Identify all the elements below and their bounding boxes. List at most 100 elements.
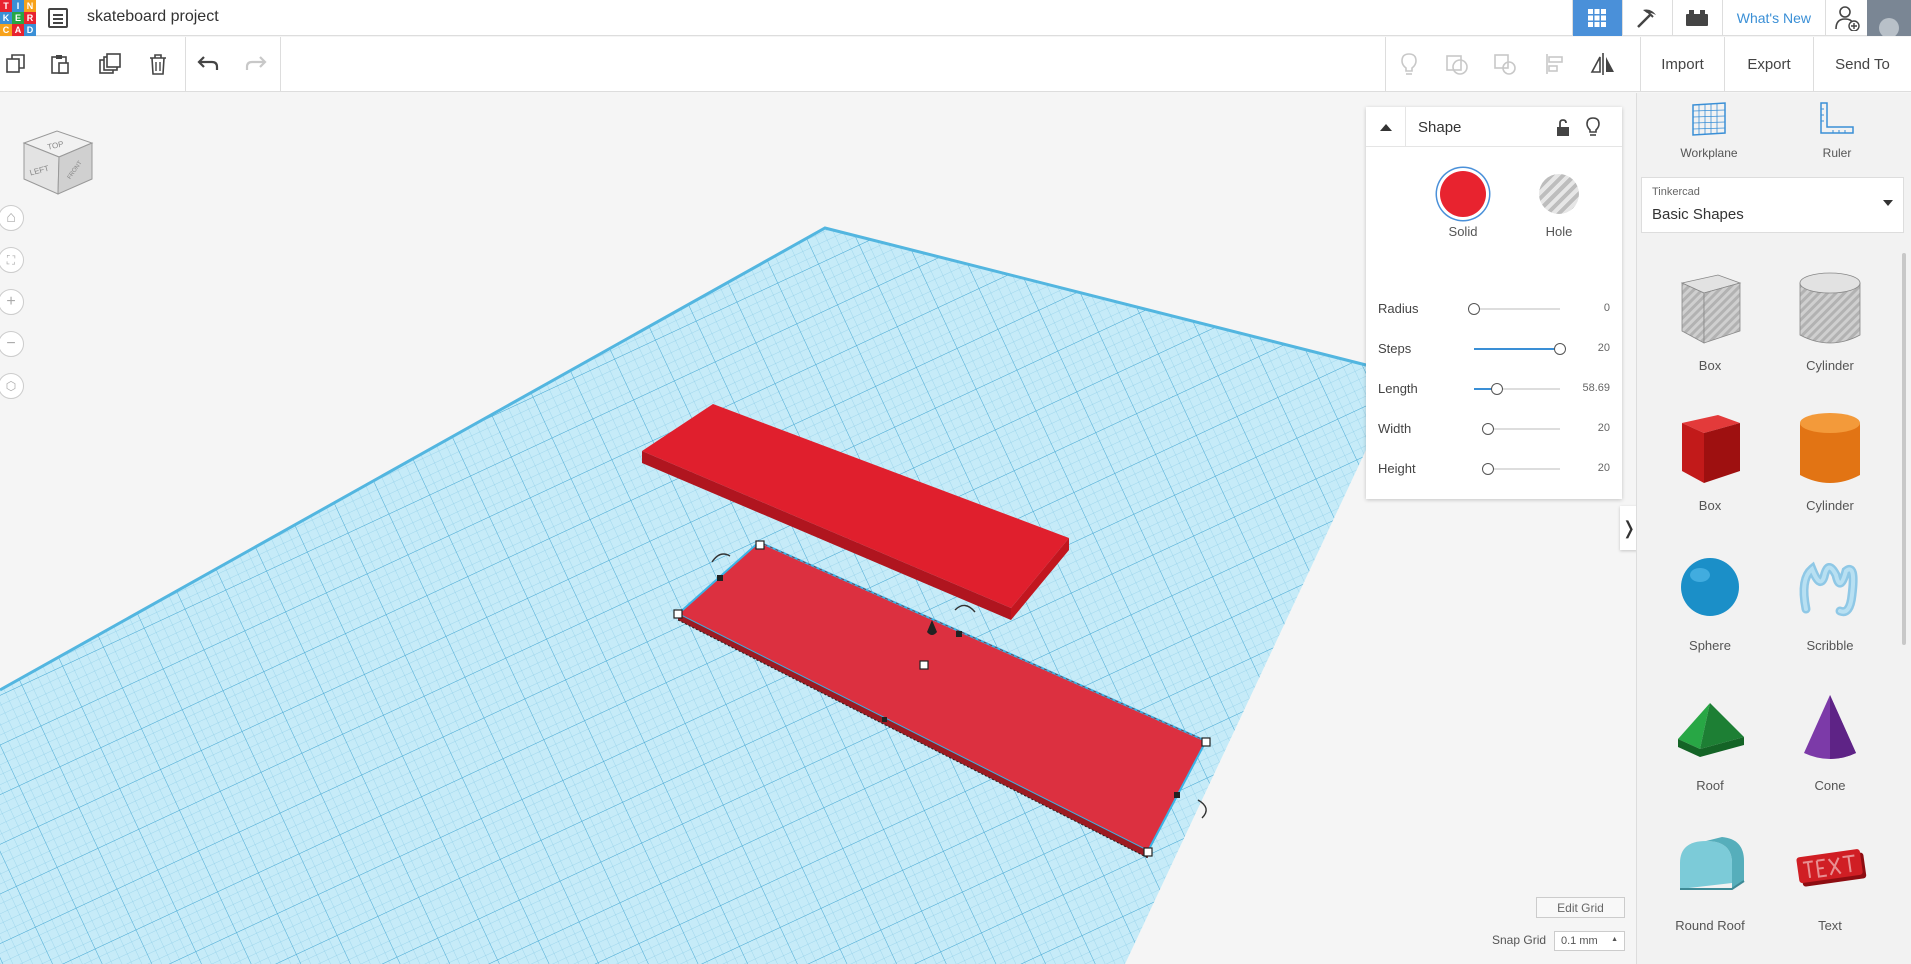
mirror-button[interactable]: [1589, 50, 1617, 78]
delete-button[interactable]: [144, 50, 172, 78]
toolbar-divider: [185, 37, 186, 92]
shape-text[interactable]: Text: [1775, 829, 1885, 933]
unlock-icon[interactable]: [1555, 119, 1571, 137]
view-cube[interactable]: TOP LEFT FRONT: [12, 121, 94, 203]
radius-property: Radius 0: [1378, 299, 1610, 319]
grid-icon: [1588, 9, 1607, 27]
shape-box[interactable]: Box: [1655, 409, 1765, 513]
box-icon: [1682, 415, 1740, 483]
logo-letter: E: [12, 12, 24, 24]
duplicate-button[interactable]: [96, 50, 124, 78]
fit-icon: ⛶: [6, 252, 16, 267]
scribble-icon: [1799, 561, 1858, 617]
mirror-icon: [1590, 53, 1614, 75]
height-slider-knob[interactable]: [1482, 463, 1494, 475]
edit-grid-button[interactable]: Edit Grid: [1536, 897, 1625, 918]
text-shape-icon: [1796, 849, 1867, 887]
import-button[interactable]: Import: [1640, 37, 1724, 92]
workplane-icon: [1692, 102, 1726, 136]
shape-cone[interactable]: Cone: [1775, 689, 1885, 793]
hole-swatch[interactable]: [1539, 174, 1579, 214]
length-slider[interactable]: [1474, 383, 1560, 395]
export-button[interactable]: Export: [1724, 37, 1813, 92]
library-brand: Tinkercad: [1652, 186, 1700, 198]
shape-label: Box: [1698, 498, 1722, 513]
shape-box-hole[interactable]: Box: [1655, 269, 1765, 373]
shapes-scrollbar[interactable]: [1902, 253, 1906, 645]
chevron-right-icon: ❭: [1621, 517, 1637, 538]
width-property: Width 20: [1378, 419, 1610, 439]
align-button[interactable]: [1541, 50, 1569, 78]
send-to-button[interactable]: Send To: [1813, 37, 1911, 92]
height-property: Height 20: [1378, 459, 1610, 479]
show-hide-button[interactable]: [1395, 50, 1423, 78]
width-value[interactable]: 20: [1598, 422, 1610, 434]
3d-view-button[interactable]: [1571, 0, 1622, 36]
width-slider[interactable]: [1482, 423, 1560, 435]
workplane-label: Workplane: [1680, 146, 1738, 160]
shape-scribble[interactable]: Scribble: [1775, 549, 1885, 653]
shape-cylinder-hole[interactable]: Cylinder: [1775, 269, 1885, 373]
length-value[interactable]: 58.69: [1582, 382, 1610, 394]
paste-icon: [51, 55, 69, 74]
home-icon: ⌂: [6, 209, 16, 226]
solid-option[interactable]: Solid: [1433, 171, 1493, 239]
width-slider-knob[interactable]: [1482, 423, 1494, 435]
cylinder-hole-icon: [1799, 272, 1861, 344]
logo-letter: A: [12, 24, 24, 36]
top-bar: T I N K E R C A D skateboard project Wha…: [0, 0, 1911, 36]
shape-label: Cylinder: [1806, 498, 1854, 513]
tinkercad-logo[interactable]: T I N K E R C A D: [0, 0, 37, 36]
shape-cylinder[interactable]: Cylinder: [1775, 409, 1885, 513]
paste-button[interactable]: [46, 50, 74, 78]
workplane-tool[interactable]: Workplane: [1659, 101, 1759, 160]
collapse-inspector-button[interactable]: [1366, 107, 1406, 147]
hole-option[interactable]: Hole: [1529, 171, 1589, 239]
shape-label: Cylinder: [1806, 358, 1854, 373]
steps-value[interactable]: 20: [1598, 342, 1610, 354]
height-slider[interactable]: [1482, 463, 1560, 475]
radius-slider[interactable]: [1468, 303, 1560, 315]
radius-slider-knob[interactable]: [1468, 303, 1480, 315]
length-slider-knob[interactable]: [1491, 383, 1504, 395]
logo-letter: D: [24, 24, 36, 36]
blocks-view-button[interactable]: [1621, 0, 1672, 36]
lightbulb-icon[interactable]: [1585, 117, 1601, 137]
ruler-tool[interactable]: Ruler: [1787, 101, 1887, 160]
redo-button[interactable]: [242, 50, 270, 78]
ungroup-icon: [1494, 54, 1516, 75]
snap-grid-select[interactable]: 0.1 mm: [1554, 931, 1625, 951]
bricks-view-button[interactable]: [1671, 0, 1722, 36]
trash-icon: [150, 54, 166, 75]
copy-button[interactable]: [2, 50, 30, 78]
radius-value[interactable]: 0: [1604, 302, 1610, 314]
design-list-icon[interactable]: [48, 8, 68, 28]
shape-library-select[interactable]: Tinkercad Basic Shapes: [1641, 177, 1904, 233]
whats-new-link[interactable]: What's New: [1721, 0, 1825, 36]
invite-user-button[interactable]: [1825, 0, 1867, 36]
toolbar-divider: [280, 37, 281, 92]
steps-slider-knob[interactable]: [1554, 343, 1566, 355]
solid-color-swatch[interactable]: [1440, 171, 1486, 217]
logo-letter: C: [0, 24, 12, 36]
ungroup-button[interactable]: [1491, 50, 1519, 78]
shape-label: Scribble: [1806, 638, 1854, 653]
duplicate-icon: [99, 53, 121, 74]
snap-grid-label: Snap Grid: [1492, 933, 1547, 947]
shape-round-roof[interactable]: Round Roof: [1655, 829, 1765, 933]
shape-roof[interactable]: Roof: [1655, 689, 1765, 793]
lightbulb-icon: [1401, 53, 1417, 75]
avatar-icon: [1879, 18, 1899, 36]
shape-label: Sphere: [1689, 638, 1731, 653]
project-title[interactable]: skateboard project: [87, 8, 219, 26]
shape-label: Roof: [1696, 778, 1724, 793]
group-icon: [1446, 55, 1468, 75]
shape-sphere[interactable]: Sphere: [1655, 549, 1765, 653]
ruler-icon: [1820, 102, 1854, 134]
group-button[interactable]: [1443, 50, 1471, 78]
undo-button[interactable]: [194, 50, 222, 78]
steps-slider[interactable]: [1474, 343, 1566, 355]
steps-property: Steps 20: [1378, 339, 1610, 359]
avatar[interactable]: [1867, 0, 1911, 36]
height-value[interactable]: 20: [1598, 462, 1610, 474]
